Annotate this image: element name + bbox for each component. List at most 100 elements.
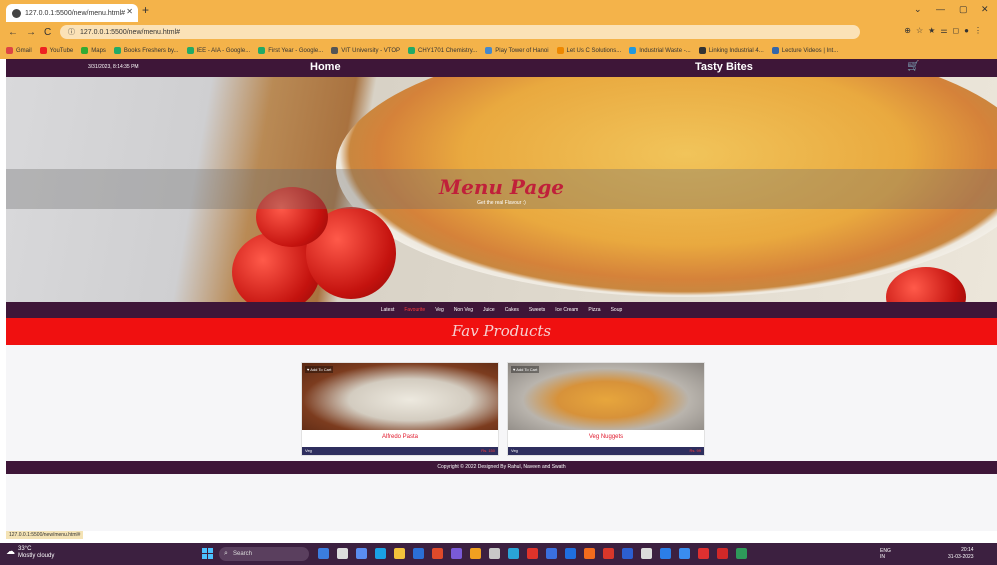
bookmark[interactable]: VIT University - VTOP — [331, 47, 400, 54]
app-icon[interactable] — [565, 548, 576, 559]
category-favourite[interactable]: Favourite — [404, 307, 425, 313]
product-image — [302, 363, 498, 430]
bookmark[interactable]: Books Freshers by... — [113, 47, 179, 54]
reload-icon[interactable]: C — [44, 27, 51, 38]
new-tab-button[interactable]: + — [142, 3, 149, 17]
back-icon[interactable]: ← — [8, 27, 18, 38]
edge-icon[interactable] — [375, 548, 386, 559]
page-footer: Copyright © 2022 Designed By Rahul, Nave… — [6, 461, 997, 474]
drive-icon — [258, 47, 266, 54]
tab-title: 127.0.0.1:5500/new/menu.html# — [25, 9, 126, 17]
bookmark[interactable]: CHY1701 Chemistry... — [408, 47, 477, 54]
taskbar-clock[interactable]: 20:14 31-03-2023 — [948, 547, 974, 561]
app-icon[interactable] — [337, 548, 348, 559]
bookmark[interactable]: Industrial Waste -... — [629, 47, 691, 54]
home-link[interactable]: Home — [310, 61, 341, 73]
taskbar: ☁ 33°C Mostly cloudy ⌕ Search ENG IN 20:… — [0, 543, 997, 565]
app-icon[interactable] — [679, 548, 690, 559]
category-ice-cream[interactable]: Ice Cream — [555, 307, 578, 313]
gmail-icon — [6, 47, 13, 54]
browser-tab[interactable]: 127.0.0.1:5500/new/menu.html# ✕ — [6, 4, 138, 22]
app-icon[interactable] — [527, 548, 538, 559]
maximize-button[interactable]: ▢ — [959, 4, 968, 15]
product-footer: Veg Rs. 99 — [508, 447, 704, 455]
bookmark[interactable]: Gmail — [6, 47, 32, 54]
product-grid: ♥ Add To Cart Alfredo Pasta Veg Rs. 150 … — [6, 345, 997, 461]
bookmark[interactable]: Let Us C Solutions... — [556, 47, 621, 54]
maps-icon — [81, 47, 89, 54]
app-icon[interactable] — [641, 548, 652, 559]
category-cakes[interactable]: Cakes — [505, 307, 519, 313]
page-icon — [556, 47, 564, 54]
region-code: IN — [880, 554, 885, 560]
windows-start-icon[interactable] — [202, 548, 213, 559]
product-card[interactable]: ♥ Add To Cart Veg Nuggets Veg Rs. 99 — [507, 362, 705, 456]
brand-title: Tasty Bites — [695, 61, 753, 73]
app-icon[interactable] — [489, 548, 500, 559]
chevron-down-icon[interactable]: ⌄ — [914, 4, 922, 15]
vscode-icon[interactable] — [660, 548, 671, 559]
category-non-veg[interactable]: Non Veg — [454, 307, 473, 313]
url-input[interactable]: ⓘ 127.0.0.1:5500/new/menu.html# — [60, 25, 860, 39]
product-price: Rs. 99 — [689, 448, 701, 453]
close-window-button[interactable]: ✕ — [981, 4, 989, 15]
app-icon[interactable] — [546, 548, 557, 559]
tomato-image — [886, 267, 966, 302]
weather-widget[interactable]: ☁ 33°C Mostly cloudy — [6, 546, 54, 560]
app-icon[interactable] — [622, 548, 633, 559]
cart-icon[interactable]: 🛒 — [907, 61, 919, 72]
app-icon[interactable] — [508, 548, 519, 559]
app-icon[interactable] — [356, 548, 367, 559]
app-icon[interactable] — [432, 548, 443, 559]
product-type: Veg — [305, 448, 312, 453]
app-icon[interactable] — [451, 548, 462, 559]
app-icon[interactable] — [413, 548, 424, 559]
bookmark[interactable]: First Year - Google... — [258, 47, 323, 54]
product-card[interactable]: ♥ Add To Cart Alfredo Pasta Veg Rs. 150 — [301, 362, 499, 456]
category-sweets[interactable]: Sweets — [529, 307, 545, 313]
forward-icon[interactable]: → — [26, 27, 36, 38]
hero-banner: Menu Page Get the real Flavour :) — [6, 77, 997, 302]
folder-icon[interactable] — [394, 548, 405, 559]
info-icon[interactable]: ⓘ — [68, 27, 75, 37]
cloud-icon: ☁ — [6, 546, 15, 556]
category-soup[interactable]: Soup — [611, 307, 623, 313]
bookmark[interactable]: IEE - AIA - Google... — [186, 47, 250, 54]
category-pizza[interactable]: Pizza — [588, 307, 600, 313]
app-icon[interactable] — [318, 548, 329, 559]
bookmarks-bar: Gmail YouTube Maps Books Freshers by... … — [0, 42, 997, 59]
status-url: 127.0.0.1:5500/new/menu.html# — [6, 531, 84, 539]
app-icon[interactable] — [717, 548, 728, 559]
browser-tab-bar: 127.0.0.1:5500/new/menu.html# ✕ + ⌄ — ▢ … — [0, 0, 997, 22]
app-icon[interactable] — [584, 548, 595, 559]
search-icon: ⌕ — [224, 550, 228, 557]
app-icon[interactable] — [603, 548, 614, 559]
minimize-button[interactable]: — — [936, 4, 945, 14]
add-to-cart-button[interactable]: ♥ Add To Cart — [305, 366, 334, 373]
bookmark[interactable]: Maps — [81, 47, 106, 54]
page-blank-area — [6, 474, 997, 531]
bookmark[interactable]: Lecture Videos | Int... — [771, 47, 838, 54]
system-tray[interactable]: ENG IN — [880, 548, 891, 560]
lecture-icon — [771, 47, 779, 54]
taskbar-apps — [318, 548, 755, 559]
bookmark[interactable]: Linking Industrial 4... — [698, 47, 764, 54]
youtube-icon — [39, 47, 47, 54]
product-name: Alfredo Pasta — [381, 434, 419, 440]
video-icon — [698, 47, 706, 54]
app-icon[interactable] — [736, 548, 747, 559]
close-tab-icon[interactable]: ✕ — [126, 7, 133, 16]
bookmark[interactable]: YouTube — [39, 47, 73, 54]
category-latest[interactable]: Latest — [381, 307, 395, 313]
drive-icon — [186, 47, 194, 54]
taskbar-search[interactable]: ⌕ Search — [219, 547, 309, 561]
category-juice[interactable]: Juice — [483, 307, 495, 313]
app-icon[interactable] — [698, 548, 709, 559]
category-veg[interactable]: Veg — [435, 307, 444, 313]
add-to-cart-button[interactable]: ♥ Add To Cart — [511, 366, 540, 373]
bookmark[interactable]: Play Tower of Hanoi — [485, 47, 549, 54]
extension-icons[interactable]: ⊕☆★⚌◻●⋮ — [904, 26, 987, 35]
top-nav: 3/31/2023, 8:14:35 PM Home Tasty Bites 🛒 — [6, 59, 997, 77]
chrome-icon[interactable] — [470, 548, 481, 559]
datetime-display: 3/31/2023, 8:14:35 PM — [88, 64, 139, 70]
